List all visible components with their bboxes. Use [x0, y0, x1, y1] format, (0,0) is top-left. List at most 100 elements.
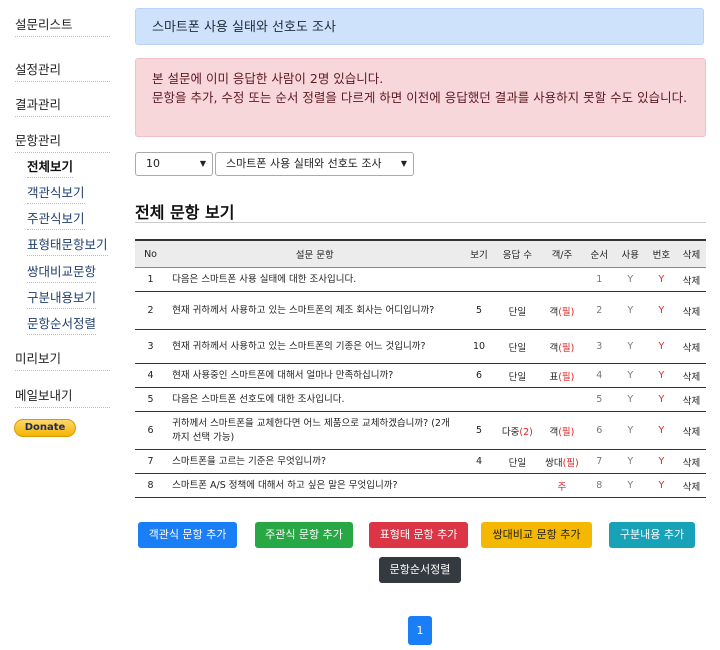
question-kind: 표(필) — [540, 363, 584, 388]
sidebar-item-section[interactable]: 구분내용보기 — [27, 287, 97, 309]
option-count — [463, 387, 495, 412]
use-flag[interactable]: Y — [614, 329, 646, 364]
survey-select[interactable]: 스마트폰 사용 실태와 선호도 조사 ▼ — [215, 152, 414, 176]
delete-link[interactable]: 삭제 — [676, 473, 706, 498]
order-value: 8 — [583, 473, 615, 498]
required-mark: (필) — [562, 457, 579, 469]
use-flag[interactable]: Y — [614, 267, 646, 292]
use-flag[interactable]: Y — [614, 387, 646, 412]
row-number: 5 — [135, 387, 167, 412]
questions-table: No 설문 문항 보기 응답 수 객/주 순서 사용 번호 삭제 1 다음은 스마… — [135, 239, 706, 498]
question-text[interactable]: 귀하께서 스마트폰을 교체한다면 어느 제품으로 교체하겠습니까? (2개까지 … — [166, 411, 464, 450]
option-count: 5 — [463, 291, 495, 330]
response-type-label: 단일 — [508, 371, 527, 383]
row-number: 8 — [135, 473, 167, 498]
nav-results[interactable]: 결과관리 — [15, 94, 110, 117]
table-row: 2 현재 귀하께서 사용하고 있는 스마트폰의 제조 회사는 어디입니까? 5 단일 객… — [135, 291, 706, 330]
question-text[interactable]: 스마트폰 A/S 정책에 대해서 하고 싶은 말은 무엇입니까? — [166, 473, 464, 498]
number-flag[interactable]: Y — [645, 329, 677, 364]
use-flag[interactable]: Y — [614, 473, 646, 498]
use-flag[interactable]: Y — [614, 291, 646, 330]
option-count: 6 — [463, 363, 495, 388]
sidebar-item-table[interactable]: 표형태문항보기 — [27, 234, 108, 256]
response-type — [494, 267, 541, 292]
question-kind-label: 표 — [549, 371, 559, 383]
question-text[interactable]: 현재 사용중인 스마트폰에 대해서 얼마나 만족하십니까? — [166, 363, 464, 388]
question-kind-label: 객 — [549, 306, 559, 318]
option-count — [463, 473, 495, 498]
delete-link[interactable]: 삭제 — [676, 329, 706, 364]
table-row: 7 스마트폰을 고르는 기준은 무엇입니까? 4 단일 쌍대(필) 7 Y Y 삭제 — [135, 449, 706, 474]
question-kind — [540, 267, 584, 292]
col-header: 설문 문항 — [166, 239, 464, 268]
question-text[interactable]: 현재 귀하께서 사용하고 있는 스마트폰의 기종은 어느 것입니까? — [166, 329, 464, 364]
row-number: 1 — [135, 267, 167, 292]
question-text[interactable]: 다음은 스마트폰 사용 실태에 대한 조사입니다. — [166, 267, 464, 292]
number-flag[interactable]: Y — [645, 363, 677, 388]
question-text[interactable]: 다음은 스마트폰 선호도에 대한 조사입니다. — [166, 387, 464, 412]
alert-line-2: 문항을 추가, 수정 또는 순서 정렬을 다르게 하면 이전에 응답했던 결과를… — [152, 90, 688, 105]
use-flag[interactable]: Y — [614, 411, 646, 450]
response-type — [494, 387, 541, 412]
order-value: 7 — [583, 449, 615, 474]
number-flag[interactable]: Y — [645, 267, 677, 292]
order-value: 2 — [583, 291, 615, 330]
col-header: 번호 — [645, 239, 677, 268]
number-flag[interactable]: Y — [645, 291, 677, 330]
col-header: 사용 — [614, 239, 646, 268]
use-flag[interactable]: Y — [614, 363, 646, 388]
nav-email[interactable]: 메일보내기 — [15, 385, 110, 408]
number-flag[interactable]: Y — [645, 473, 677, 498]
add-objective-button[interactable]: 객관식 문항 추가 — [138, 522, 237, 548]
option-count: 4 — [463, 449, 495, 474]
pagination-page-1[interactable]: 1 — [408, 616, 432, 645]
donate-button[interactable]: Donate — [14, 419, 76, 437]
question-kind-label: 쌍대 — [545, 457, 563, 469]
add-subjective-button[interactable]: 주관식 문항 추가 — [255, 522, 353, 548]
add-section-button[interactable]: 구분내용 추가 — [609, 522, 695, 548]
response-type: 단일 — [494, 291, 541, 330]
delete-link[interactable]: 삭제 — [676, 363, 706, 388]
add-table-button[interactable]: 표형태 문항 추가 — [369, 522, 468, 548]
page-size-select[interactable]: 10 ▼ — [135, 152, 213, 176]
question-text[interactable]: 스마트폰을 고르는 기준은 무엇입니까? — [166, 449, 464, 474]
response-type: 단일 — [494, 449, 541, 474]
option-count — [463, 267, 495, 292]
sidebar-item-subjective[interactable]: 주관식보기 — [27, 208, 85, 230]
sidebar-item-order[interactable]: 문항순서정렬 — [27, 313, 97, 335]
survey-title-banner: 스마트폰 사용 실태와 선호도 조사 — [135, 8, 704, 45]
response-type: 단일 — [494, 363, 541, 388]
number-flag[interactable]: Y — [645, 411, 677, 450]
order-value: 6 — [583, 411, 615, 450]
sidebar-item-objective[interactable]: 객관식보기 — [27, 182, 85, 204]
sidebar-item-pair[interactable]: 쌍대비교문항 — [27, 261, 97, 283]
delete-link[interactable]: 삭제 — [676, 411, 706, 450]
question-kind: 객(필) — [540, 411, 584, 450]
sort-order-button[interactable]: 문항순서정렬 — [379, 557, 461, 583]
nav-questions[interactable]: 문항관리 — [15, 130, 110, 153]
nav-survey-list[interactable]: 설문리스트 — [15, 14, 110, 37]
nav-preview[interactable]: 미리보기 — [15, 348, 110, 371]
question-kind — [540, 387, 584, 412]
table-row: 8 스마트폰 A/S 정책에 대해서 하고 싶은 말은 무엇입니까? 주 8 Y Y 삭제 — [135, 473, 706, 498]
delete-link[interactable]: 삭제 — [676, 267, 706, 292]
survey-select-value: 스마트폰 사용 실태와 선호도 조사 — [226, 157, 382, 170]
response-type-label: 단일 — [508, 306, 527, 318]
add-pair-button[interactable]: 쌍대비교 문항 추가 — [481, 522, 592, 548]
table-row: 6 귀하께서 스마트폰을 교체한다면 어느 제품으로 교체하겠습니까? (2개까지… — [135, 411, 706, 450]
delete-link[interactable]: 삭제 — [676, 291, 706, 330]
number-flag[interactable]: Y — [645, 387, 677, 412]
delete-link[interactable]: 삭제 — [676, 387, 706, 412]
question-text[interactable]: 현재 귀하께서 사용하고 있는 스마트폰의 제조 회사는 어디입니까? — [166, 291, 464, 330]
sidebar-item-all-view[interactable]: 전체보기 — [27, 156, 74, 178]
use-flag[interactable]: Y — [614, 449, 646, 474]
question-kind-label: 객 — [549, 426, 559, 438]
question-kind-label: 객 — [549, 342, 559, 354]
question-kind: 객(필) — [540, 329, 584, 364]
table-row: 3 현재 귀하께서 사용하고 있는 스마트폰의 기종은 어느 것입니까? 10 단일 객… — [135, 329, 706, 364]
delete-link[interactable]: 삭제 — [676, 449, 706, 474]
nav-settings[interactable]: 설정관리 — [15, 59, 110, 82]
divider — [135, 222, 706, 223]
number-flag[interactable]: Y — [645, 449, 677, 474]
required-mark: (필) — [558, 306, 575, 318]
